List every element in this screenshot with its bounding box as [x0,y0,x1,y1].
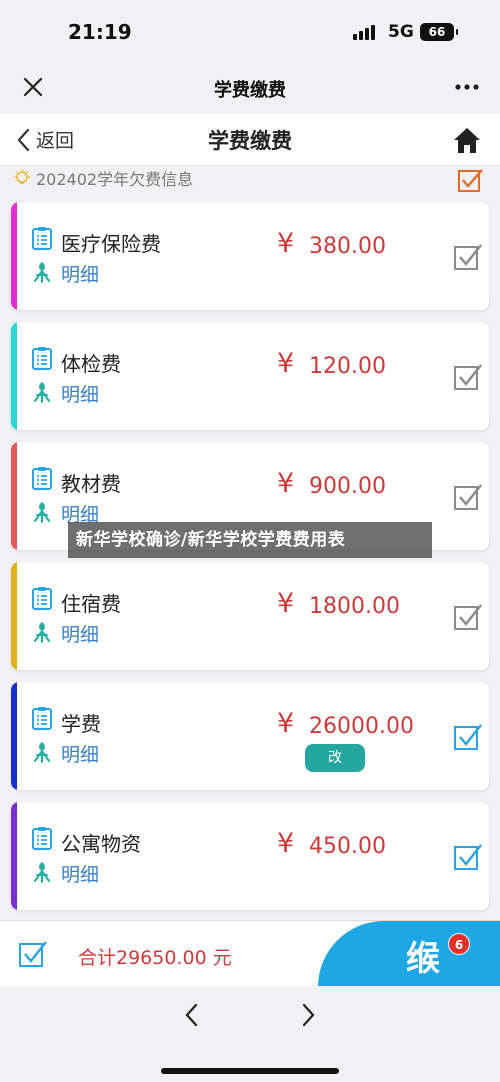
currency-symbol: ¥ [277,708,295,739]
fee-checkbox[interactable] [453,722,483,752]
status-bar: 21:19 5G 66 [0,0,500,62]
select-all-checkbox[interactable] [458,168,484,192]
detail-link[interactable]: 明细 [61,860,99,887]
page-header: 返回 学费缴费 [0,114,500,166]
watermark-banner: 新华学校确诊/新华学校学费费用表 [68,522,432,558]
fee-checkbox[interactable] [453,602,483,632]
more-icon[interactable] [454,76,480,98]
currency-symbol: ¥ [277,588,295,619]
detail-link[interactable]: 明细 [61,260,99,287]
currency-symbol: ¥ [277,228,295,259]
home-indicator [161,1068,339,1074]
footer-bar: 合计29650.00 元 缑 6 [0,920,500,987]
accent-bar [11,202,17,310]
detail-link[interactable]: 明细 [61,740,99,767]
assistant-button[interactable]: 缑 6 [318,921,500,987]
browser-toolbar [0,986,500,1082]
clipboard-icon [32,467,52,490]
fee-name: 教材费 [61,472,121,496]
fee-amount: 120.00 [309,354,386,379]
notification-badge: 6 [448,933,470,955]
network-type: 5G [388,22,414,42]
accent-bar [11,562,17,670]
assistant-logo: 缑 [406,939,440,979]
detail-icon [34,622,50,643]
clipboard-icon [32,587,52,610]
fee-checkbox[interactable] [453,242,483,272]
detail-link[interactable]: 明细 [61,380,99,407]
detail-icon [34,262,50,283]
home-icon[interactable] [452,126,482,154]
accent-bar [11,682,17,790]
fee-name: 公寓物资 [61,832,141,856]
chevron-left-icon[interactable] [182,1002,202,1028]
clipboard-icon [32,227,52,250]
clipboard-icon [32,347,52,370]
signal-icon [353,25,375,40]
fee-card: 公寓物资 明细 ¥ 450.00 [11,802,489,910]
accent-bar [11,442,17,550]
fee-name: 体检费 [61,352,121,376]
clipboard-icon [32,707,52,730]
detail-icon [34,502,50,523]
fee-card: 医疗保险费 明细 ¥ 380.00 [11,202,489,310]
section-title: 202402学年欠费信息 [36,170,194,189]
fee-amount: 900.00 [309,474,386,499]
fee-card: 住宿费 明细 ¥ 1800.00 [11,562,489,670]
fee-amount: 1800.00 [309,594,400,619]
total-amount: 合计29650.00 元 [78,947,232,969]
detail-link[interactable]: 明细 [61,620,99,647]
wechat-nav-bar: 学费缴费 [0,62,500,114]
clipboard-icon [32,827,52,850]
page-title: 学费缴费 [208,129,292,153]
fee-checkbox[interactable] [453,362,483,392]
fee-amount: 450.00 [309,834,386,859]
fee-name: 学费 [61,712,101,736]
fee-amount: 380.00 [309,234,386,259]
detail-icon [34,742,50,763]
lightbulb-icon [14,169,30,184]
currency-symbol: ¥ [277,828,295,859]
footer-checkbox[interactable] [18,939,48,969]
chevron-right-icon[interactable] [298,1002,318,1028]
currency-symbol: ¥ [277,468,295,499]
battery-icon: 66 [420,23,458,41]
fee-card: 体检费 明细 ¥ 120.00 [11,322,489,430]
fee-checkbox[interactable] [453,842,483,872]
section-header: 202402学年欠费信息 [12,166,488,192]
accent-bar [11,322,17,430]
detail-icon [34,862,50,883]
accent-bar [11,802,17,910]
edit-button[interactable]: 改 [305,744,365,772]
fee-card: 学费 明细 ¥ 26000.00 改 [11,682,489,790]
currency-symbol: ¥ [277,348,295,379]
fee-amount: 26000.00 [309,714,414,739]
fee-checkbox[interactable] [453,482,483,512]
wechat-title: 学费缴费 [214,80,286,101]
detail-icon [34,382,50,403]
fee-name: 医疗保险费 [61,232,161,256]
status-time: 21:19 [68,20,132,44]
fee-name: 住宿费 [61,592,121,616]
